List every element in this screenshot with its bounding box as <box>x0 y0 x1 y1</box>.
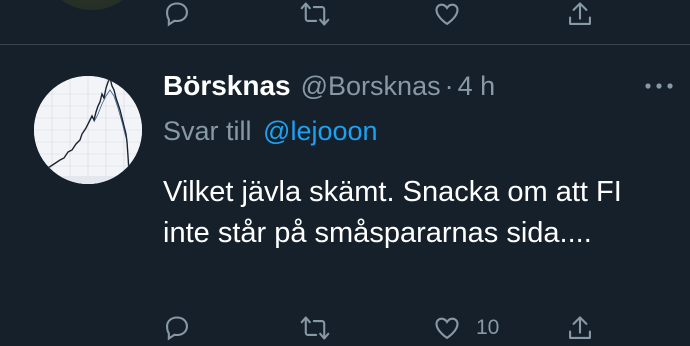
retweet-icon <box>300 316 330 340</box>
avatar[interactable] <box>46 0 138 10</box>
share-icon <box>569 316 591 339</box>
more-icon <box>645 83 673 89</box>
separator-dot: · <box>444 71 454 101</box>
reply-context: Svar till @lejooon <box>163 116 378 147</box>
reply-prefix: Svar till <box>163 116 252 146</box>
stock-chart-avatar-image <box>34 76 142 184</box>
display-name[interactable]: Börsknas <box>163 70 291 102</box>
avatar[interactable] <box>34 76 142 184</box>
like-button[interactable] <box>432 0 462 28</box>
reply-button[interactable] <box>163 0 191 28</box>
tweet-text: Vilket jävla skämt. Snacka om att FI int… <box>163 176 622 249</box>
share-button[interactable] <box>566 0 594 28</box>
more-options-button[interactable] <box>644 78 674 94</box>
tweet-header: Börsknas @Borsknas · 4 h <box>163 70 495 104</box>
share-button[interactable] <box>566 314 594 342</box>
reply-mention-link[interactable]: @lejooon <box>263 116 378 146</box>
share-icon <box>569 2 591 25</box>
reply-button[interactable] <box>163 314 191 342</box>
retweet-button[interactable] <box>300 314 330 342</box>
user-handle[interactable]: @Borsknas <box>301 71 441 102</box>
tweet-divider <box>0 44 690 45</box>
like-count: 10 <box>476 316 500 339</box>
heart-icon <box>435 3 459 26</box>
comment-icon <box>166 2 188 27</box>
retweet-button[interactable] <box>300 0 330 28</box>
previous-tweet[interactable] <box>0 0 690 45</box>
timestamp[interactable]: 4 h <box>458 71 496 102</box>
like-button[interactable]: 10 <box>432 314 499 342</box>
retweet-icon <box>300 2 330 26</box>
timeline: Börsknas @Borsknas · 4 h Svar till @lejo… <box>0 0 690 346</box>
comment-icon <box>166 316 188 341</box>
heart-icon <box>435 317 459 340</box>
